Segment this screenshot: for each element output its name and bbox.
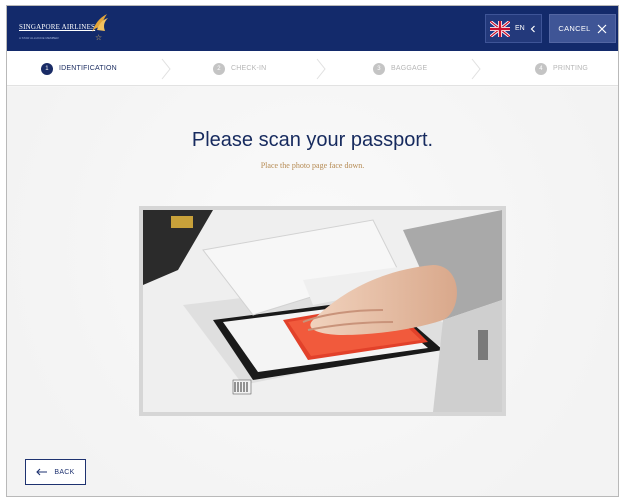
cancel-button-label: CANCEL <box>558 24 591 33</box>
instruction-text: Place the photo page face down. <box>260 161 365 170</box>
step-number: 3 <box>373 62 385 75</box>
step-baggage: 3 BAGGAGE <box>373 51 427 86</box>
main-content: Please scan your passport. Place the pho… <box>7 87 618 496</box>
step-number: 1 <box>41 62 53 75</box>
step-printing: 4 PRINTING <box>535 51 588 86</box>
uk-flag-icon <box>490 20 510 37</box>
bird-logo-icon <box>92 14 108 32</box>
progress-steps: 1 IDENTIFICATION 2 CHECK-IN 3 BAGGAGE 4 … <box>7 51 618 86</box>
language-selector-button[interactable]: EN <box>485 14 542 43</box>
passport-scan-illustration <box>139 206 506 416</box>
chevron-left-icon <box>530 25 535 32</box>
step-separator-icon <box>161 58 171 80</box>
airline-tagline: A STAR ALLIANCE MEMBER <box>19 36 59 40</box>
step-label: IDENTIFICATION <box>59 65 117 72</box>
back-button-label: BACK <box>54 468 75 476</box>
step-number: 2 <box>213 62 225 75</box>
step-label: CHECK-IN <box>231 65 267 72</box>
back-button[interactable]: BACK <box>25 459 86 485</box>
kiosk-screen: SINGAPORE AIRLINES A STAR ALLIANCE MEMBE… <box>6 5 619 497</box>
airline-logo: SINGAPORE AIRLINES A STAR ALLIANCE MEMBE… <box>19 14 129 45</box>
step-check-in: 2 CHECK-IN <box>213 51 266 86</box>
step-label: PRINTING <box>553 65 589 72</box>
step-separator-icon <box>316 58 326 80</box>
close-icon <box>597 24 607 33</box>
cancel-button[interactable]: CANCEL <box>549 14 616 43</box>
step-label: BAGGAGE <box>391 65 428 72</box>
airline-name: SINGAPORE AIRLINES <box>19 23 96 31</box>
arrow-left-icon <box>36 468 48 476</box>
star-alliance-icon: ☆ <box>95 33 103 42</box>
step-number: 4 <box>535 62 547 75</box>
step-separator-icon <box>471 58 481 80</box>
header-bar: SINGAPORE AIRLINES A STAR ALLIANCE MEMBE… <box>7 6 618 51</box>
page-title: Please scan your passport. <box>191 129 434 151</box>
language-code: EN <box>515 25 525 32</box>
step-identification: 1 IDENTIFICATION <box>41 51 117 86</box>
hand-placing-passport-image <box>143 210 502 412</box>
